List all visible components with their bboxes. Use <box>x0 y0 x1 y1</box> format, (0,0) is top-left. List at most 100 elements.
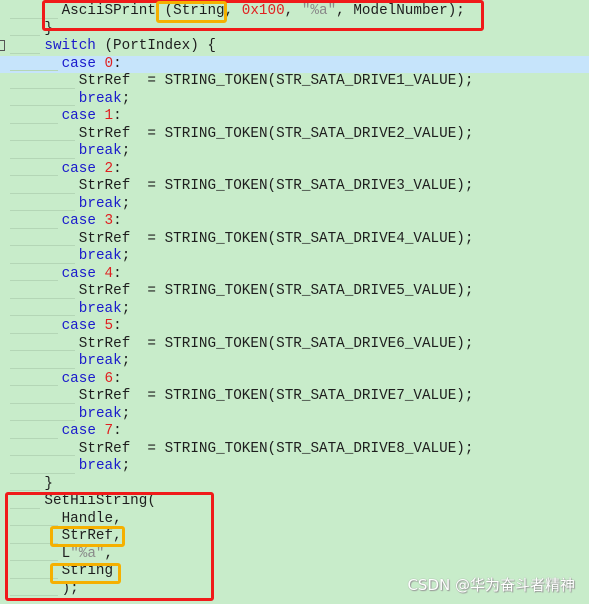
code-token-kw: case <box>61 55 96 72</box>
code-text: StrRef = STRING_TOKEN(STR_SATA_DRIVE2_VA… <box>79 126 474 144</box>
indent-guide <box>10 385 58 386</box>
code-token-plain: : <box>113 265 122 282</box>
code-line[interactable]: case 1: <box>0 108 589 126</box>
indent-guide <box>10 332 58 334</box>
code-token-plain: : <box>113 55 122 72</box>
code-token-plain: StrRef = STRING_TOKEN(STR_SATA_DRIVE4_VA… <box>78 230 474 247</box>
code-token-kw: case <box>61 160 96 177</box>
code-token-kw: switch <box>44 38 96 54</box>
code-token-kw: case <box>61 213 96 229</box>
code-line[interactable]: StrRef = STRING_TOKEN(STR_SATA_DRIVE8_VA… <box>0 441 589 459</box>
code-token-kw: break <box>78 300 122 317</box>
code-token-num: 4 <box>104 265 114 282</box>
code-line[interactable]: StrRef = STRING_TOKEN(STR_SATA_DRIVE3_VA… <box>0 178 589 196</box>
code-line[interactable]: StrRef = STRING_TOKEN(STR_SATA_DRIVE6_VA… <box>0 336 589 354</box>
code-token-kw: break <box>78 143 122 159</box>
code-token-num: 0 <box>104 55 114 72</box>
code-token-plain: : <box>113 213 122 229</box>
code-token-plain: : <box>113 318 122 334</box>
code-line[interactable]: case 4: <box>0 266 589 284</box>
code-line[interactable]: StrRef = STRING_TOKEN(STR_SATA_DRIVE5_VA… <box>0 283 589 301</box>
asciisprint-highlight-box <box>42 0 484 31</box>
code-line[interactable]: case 3: <box>0 213 589 231</box>
code-line[interactable]: break; <box>0 458 589 476</box>
code-text: StrRef = STRING_TOKEN(STR_SATA_DRIVE1_VA… <box>79 73 474 91</box>
code-text: case 4: <box>62 266 122 284</box>
code-line[interactable]: break; <box>0 301 589 319</box>
code-text: case 7: <box>62 423 122 441</box>
code-text: StrRef = STRING_TOKEN(STR_SATA_DRIVE5_VA… <box>79 283 474 301</box>
code-token-plain: StrRef = STRING_TOKEN(STR_SATA_DRIVE3_VA… <box>78 178 474 194</box>
code-token-plain: ; <box>121 458 131 474</box>
code-token-num: 5 <box>104 318 114 334</box>
code-line[interactable]: break; <box>0 143 589 161</box>
code-token-kw: break <box>78 353 122 369</box>
indent-guide <box>10 122 58 124</box>
code-text: break; <box>79 353 131 371</box>
code-line[interactable]: case 0: <box>0 55 589 73</box>
indent-guide <box>10 105 75 106</box>
indent-guide <box>10 70 58 71</box>
indent-guide <box>10 87 75 89</box>
code-text: case 6: <box>62 371 122 389</box>
code-text: StrRef = STRING_TOKEN(STR_SATA_DRIVE7_VA… <box>79 388 474 406</box>
code-token-kw: case <box>61 318 96 334</box>
code-token-plain: StrRef = STRING_TOKEN(STR_SATA_DRIVE2_VA… <box>78 125 474 142</box>
code-line[interactable]: break; <box>0 248 589 266</box>
code-text: switch (PortIndex) { <box>44 38 216 56</box>
string-arg-highlight-box <box>156 1 227 23</box>
code-line[interactable]: case 6: <box>0 371 589 389</box>
code-text: } <box>44 476 53 494</box>
watermark: CSDN @华为奋斗者精神 <box>407 576 575 594</box>
code-line[interactable]: case 5: <box>0 318 589 336</box>
code-text: StrRef = STRING_TOKEN(STR_SATA_DRIVE4_VA… <box>79 231 474 249</box>
code-text: StrRef = STRING_TOKEN(STR_SATA_DRIVE3_VA… <box>79 178 474 196</box>
code-token-plain: : <box>113 160 122 177</box>
code-text: break; <box>79 143 131 161</box>
code-token-kw: break <box>78 90 122 107</box>
code-line[interactable]: } <box>0 476 589 494</box>
code-line[interactable]: StrRef = STRING_TOKEN(STR_SATA_DRIVE4_VA… <box>0 231 589 249</box>
indent-guide <box>10 315 75 316</box>
indent-guide <box>10 262 75 264</box>
code-token-plain: ; <box>121 248 131 264</box>
code-line[interactable]: break; <box>0 353 589 371</box>
code-line[interactable]: break; <box>0 91 589 109</box>
indent-guide <box>10 227 58 229</box>
code-token-plain: } <box>44 475 53 492</box>
indent-guide <box>10 140 75 141</box>
code-line[interactable]: StrRef = STRING_TOKEN(STR_SATA_DRIVE2_VA… <box>0 126 589 144</box>
code-token-plain: StrRef = STRING_TOKEN(STR_SATA_DRIVE1_VA… <box>78 73 474 89</box>
code-token-num: 7 <box>104 423 114 439</box>
strref-arg-highlight-box <box>50 526 125 547</box>
indent-guide <box>10 490 41 491</box>
code-text: StrRef = STRING_TOKEN(STR_SATA_DRIVE8_VA… <box>79 441 474 459</box>
code-text: break; <box>79 196 131 214</box>
code-text: StrRef = STRING_TOKEN(STR_SATA_DRIVE6_VA… <box>79 336 474 354</box>
indent-guide <box>10 472 75 474</box>
code-token-kw: case <box>61 108 96 124</box>
code-token-plain: ; <box>121 353 131 369</box>
code-line[interactable]: StrRef = STRING_TOKEN(STR_SATA_DRIVE7_VA… <box>0 388 589 406</box>
code-line[interactable]: switch (PortIndex) { <box>0 38 589 56</box>
code-token-plain: ; <box>121 300 131 317</box>
indent-guide <box>10 52 41 54</box>
code-token-num: 1 <box>104 108 114 124</box>
code-token-plain: : <box>113 423 122 439</box>
code-line[interactable]: break; <box>0 196 589 214</box>
code-token-plain: ; <box>121 143 131 159</box>
indent-guide <box>10 402 75 404</box>
code-line[interactable]: StrRef = STRING_TOKEN(STR_SATA_DRIVE1_VA… <box>0 73 589 91</box>
code-line[interactable]: case 7: <box>0 423 589 441</box>
indent-guide <box>10 245 75 246</box>
code-token-plain: (PortIndex) { <box>95 38 216 54</box>
code-line[interactable]: case 2: <box>0 161 589 179</box>
code-line[interactable]: break; <box>0 406 589 424</box>
code-token-plain: ; <box>121 405 131 422</box>
code-token-plain: StrRef = STRING_TOKEN(STR_SATA_DRIVE6_VA… <box>78 335 474 352</box>
code-token-kw: case <box>61 265 96 282</box>
code-text: case 3: <box>62 213 122 231</box>
